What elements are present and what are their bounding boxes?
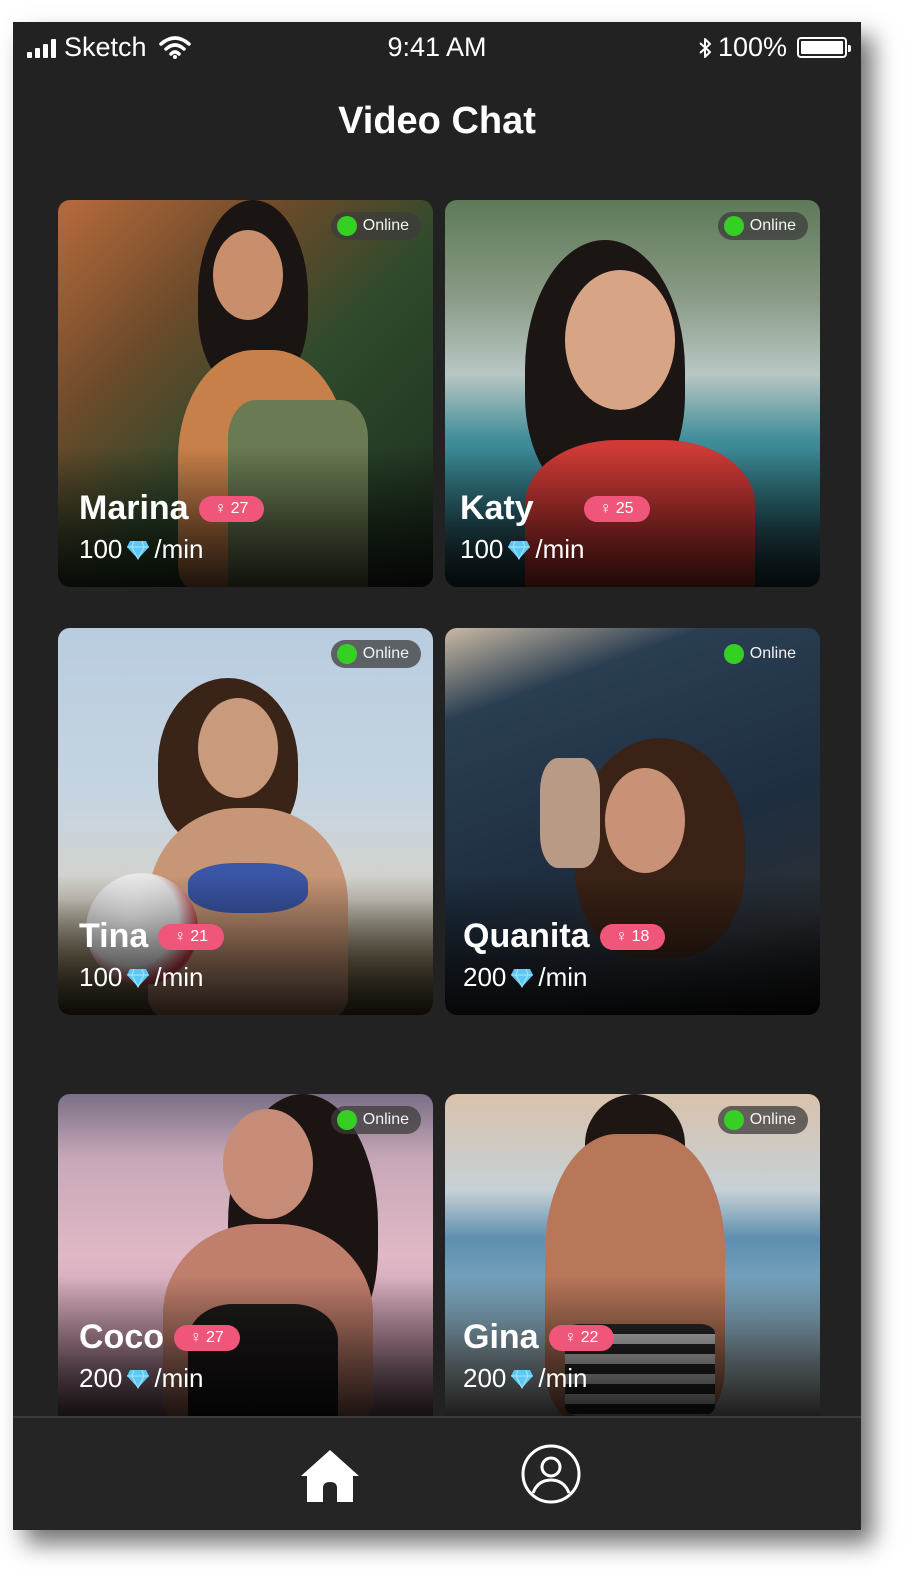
diamond-icon (511, 968, 534, 988)
profile-name: Katy (460, 489, 534, 527)
profile-name: Coco (79, 1318, 164, 1356)
online-badge: Online (330, 1106, 421, 1134)
price-rate: 200 /min (463, 1363, 588, 1393)
profile-icon[interactable] (520, 1443, 582, 1505)
bluetooth-icon (699, 37, 711, 58)
price-rate: 100 /min (79, 962, 204, 992)
page-title: Video Chat (338, 100, 536, 142)
battery-percent: 100% (717, 32, 787, 62)
female-icon: ♀ (214, 499, 227, 517)
tab-bar (13, 1416, 861, 1530)
profile-card-coco[interactable]: Online Coco ♀ 27 200 /min (58, 1094, 433, 1416)
price-rate: 200 /min (463, 962, 588, 992)
diamond-icon (508, 540, 531, 560)
age-badge: ♀ 27 (174, 1324, 240, 1351)
online-dot (723, 216, 744, 236)
price-rate: 100 /min (79, 534, 204, 564)
age-badge: ♀ 27 (198, 495, 265, 522)
online-dot (336, 1110, 357, 1130)
online-badge: Online (330, 640, 421, 668)
online-badge: Online (330, 212, 421, 240)
female-icon: ♀ (564, 1328, 577, 1346)
battery-icon (797, 37, 851, 58)
diamond-icon (127, 968, 150, 988)
female-icon: ♀ (599, 499, 612, 517)
profile-name: Quanita (463, 917, 590, 955)
age-badge: ♀ 22 (548, 1324, 615, 1351)
profile-name: Tina (79, 917, 149, 955)
online-dot (336, 644, 357, 664)
price-rate: 200 /min (79, 1363, 204, 1393)
profile-card-katy[interactable]: Online Katy ♀ 25 100 /min (445, 200, 820, 587)
diamond-icon (511, 1369, 534, 1389)
age-badge: ♀ 21 (158, 923, 225, 950)
price-rate: 100 /min (460, 534, 585, 564)
home-icon[interactable] (299, 1448, 361, 1504)
female-icon: ♀ (615, 927, 628, 945)
female-icon: ♀ (190, 1328, 202, 1346)
online-dot (723, 1110, 744, 1130)
age-badge: ♀ 25 (583, 495, 650, 522)
female-icon: ♀ (174, 927, 187, 945)
profile-name: Marina (79, 489, 189, 527)
phone-screen: Sketch 9:41 AM 100% Video Chat Online Ma… (13, 22, 861, 1530)
online-badge: Online (717, 212, 808, 240)
profile-card-quanita[interactable]: Online Quanita ♀ 18 200 /min (445, 628, 820, 1015)
diamond-icon (127, 540, 150, 560)
profile-card-marina[interactable]: Online Marina ♀ 27 100 /min (58, 200, 433, 587)
profile-card-gina[interactable]: Online Gina ♀ 22 200 /min (445, 1094, 820, 1416)
profile-name: Gina (463, 1318, 539, 1356)
age-badge: ♀ 18 (599, 923, 666, 950)
online-badge: Online (717, 1106, 808, 1134)
status-bar: Sketch 9:41 AM 100% (13, 22, 861, 74)
online-dot (336, 216, 357, 236)
online-badge: Online (718, 640, 808, 668)
online-dot (723, 644, 744, 664)
profile-card-tina[interactable]: Online Tina ♀ 21 100 /min (58, 628, 433, 1015)
diamond-icon (127, 1369, 150, 1389)
